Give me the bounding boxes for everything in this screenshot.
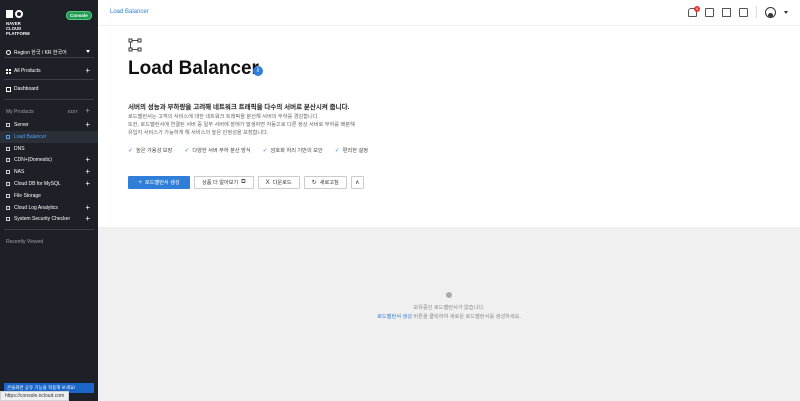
check-icon: ✓ [334,148,340,154]
region-label: Region 한국 / KR 한국어 [14,49,67,56]
plus-icon[interactable]: + [85,167,90,177]
plus-icon[interactable]: + [85,203,90,213]
region-selector[interactable]: Region 한국 / KR 한국어 [4,47,94,58]
cdn-icon [6,158,10,162]
sidebar-item-file-storage[interactable]: File Storage [0,190,98,202]
sidebar-item-system-security-checker[interactable]: System Security Checker + [0,213,98,225]
chevron-down-icon [86,50,90,53]
plus-icon[interactable]: + [85,179,90,189]
edit-button[interactable]: EDIT [68,109,78,114]
refresh-button[interactable]: ↻ 새로고침 [303,176,347,189]
main-content: Load Balancer 4 Load Balancer i 서버의 성능과 … [98,0,800,401]
empty-state-message: 보유중인 로드밸런서가 없습니다. [413,305,485,311]
brand-name: NAVER CLOUD PLATFORM [6,21,30,36]
sidebar: NAVER CLOUD PLATFORM Console Region 한국 /… [0,0,98,401]
load-balancer-icon [128,38,142,52]
header-icons: 4 [688,5,788,18]
feature-item: ✓ 높은 가용성 보장 [128,148,173,154]
plus-icon[interactable]: + [85,214,90,224]
chevron-down-icon[interactable] [784,10,788,14]
empty-state: 보유중인 로드밸런서가 없습니다. 로드밸런서 생성 버튼을 클릭하여 새로운 … [98,227,800,401]
sidebar-all-products[interactable]: All Products + [0,65,98,77]
globe-icon [6,49,11,55]
dashboard-icon [6,86,11,92]
avatar[interactable] [765,6,776,18]
file-storage-icon [6,194,10,198]
check-icon: ✓ [184,148,190,154]
sidebar-item-server[interactable]: Server + [0,119,98,131]
sidebar-item-load-balancer[interactable]: Load Balancer [0,131,98,143]
status-bar-url: https://console.ncloud.com [0,391,70,401]
feature-item: ✓ 다양한 서버 부하 분산 방식 [184,148,251,154]
naver-cloud-logo-icon [6,10,23,18]
security-icon [6,217,10,221]
plus-icon[interactable]: + [85,107,90,115]
check-icon: ✓ [128,148,134,154]
plus-icon[interactable]: + [85,66,90,76]
mail-icon[interactable] [722,7,731,17]
log-analytics-icon [6,206,10,210]
apps-icon[interactable] [739,7,748,17]
sidebar-item-cloud-db-mysql[interactable]: Cloud DB for MySQL + [0,178,98,190]
divider [4,79,94,80]
notification-bell-icon[interactable]: 4 [688,5,700,17]
breadcrumb[interactable]: Load Balancer [110,9,149,15]
create-load-balancer-button[interactable]: + 로드밸런서 생성 [128,176,190,189]
refresh-icon: ↻ [311,180,317,186]
dns-icon [6,147,10,151]
server-icon [6,123,10,127]
check-icon: ✓ [262,148,268,154]
database-icon [6,182,10,186]
my-products-label: My Products [6,109,34,115]
external-link-icon: ⧉ [241,179,246,185]
console-badge[interactable]: Console [66,11,92,20]
collapse-button[interactable]: ∧ [350,176,364,189]
product-description: 로드밸런서는 고객의 서비스에 대한 네트워크 트래픽을 분산해 서버의 부하를… [128,114,355,136]
divider [4,229,94,230]
brand-logo[interactable]: NAVER CLOUD PLATFORM Console [6,10,94,36]
nas-icon [6,170,10,174]
empty-state-hint: 로드밸런서 생성 버튼을 클릭하여 새로운 로드밸런서를 생성하세요. [377,314,521,320]
learn-more-button[interactable]: 상품 더 알아보기 ⧉ [194,176,254,189]
recently-viewed-label: Recently Viewed [6,239,44,245]
divider [756,6,757,18]
sidebar-item-cdn[interactable]: CDN+(Domestic) + [0,154,98,166]
sidebar-item-nas[interactable]: NAS + [0,166,98,178]
chevron-up-icon: ∧ [355,180,360,186]
create-load-balancer-link[interactable]: 로드밸런서 생성 [377,314,412,320]
download-button[interactable]: X 다운로드 [257,176,300,189]
feature-item: ✓ 암호화 처리 기반의 보안 [262,148,323,154]
feature-list: ✓ 높은 가용성 보장 ✓ 다양한 서버 부하 분산 방식 ✓ 암호화 처리 기반의 … [128,147,368,154]
info-icon [446,292,452,298]
grid-icon [6,68,11,74]
sidebar-dashboard[interactable]: Dashboard [0,83,98,95]
info-icon[interactable]: i [253,66,263,76]
product-headline: 서버의 성능과 부하량을 고려해 네트워크 트래픽을 다수의 서버로 분산시켜 … [128,104,350,111]
excel-icon: X [265,179,270,186]
action-bar: + 로드밸런서 생성 상품 더 알아보기 ⧉ X 다운로드 ↻ 새로고침 ∧ [128,176,364,189]
plus-icon[interactable]: + [85,155,90,165]
notification-badge: 4 [694,5,700,12]
top-bar: Load Balancer 4 [98,0,800,26]
plus-icon: + [138,179,142,186]
divider [4,99,94,100]
load-balancer-icon [6,135,10,139]
feature-item: ✓ 편리한 설정 [334,148,369,154]
page-title: Load Balancer [128,58,259,79]
chat-icon[interactable] [705,7,714,17]
plus-icon[interactable]: + [85,120,90,130]
